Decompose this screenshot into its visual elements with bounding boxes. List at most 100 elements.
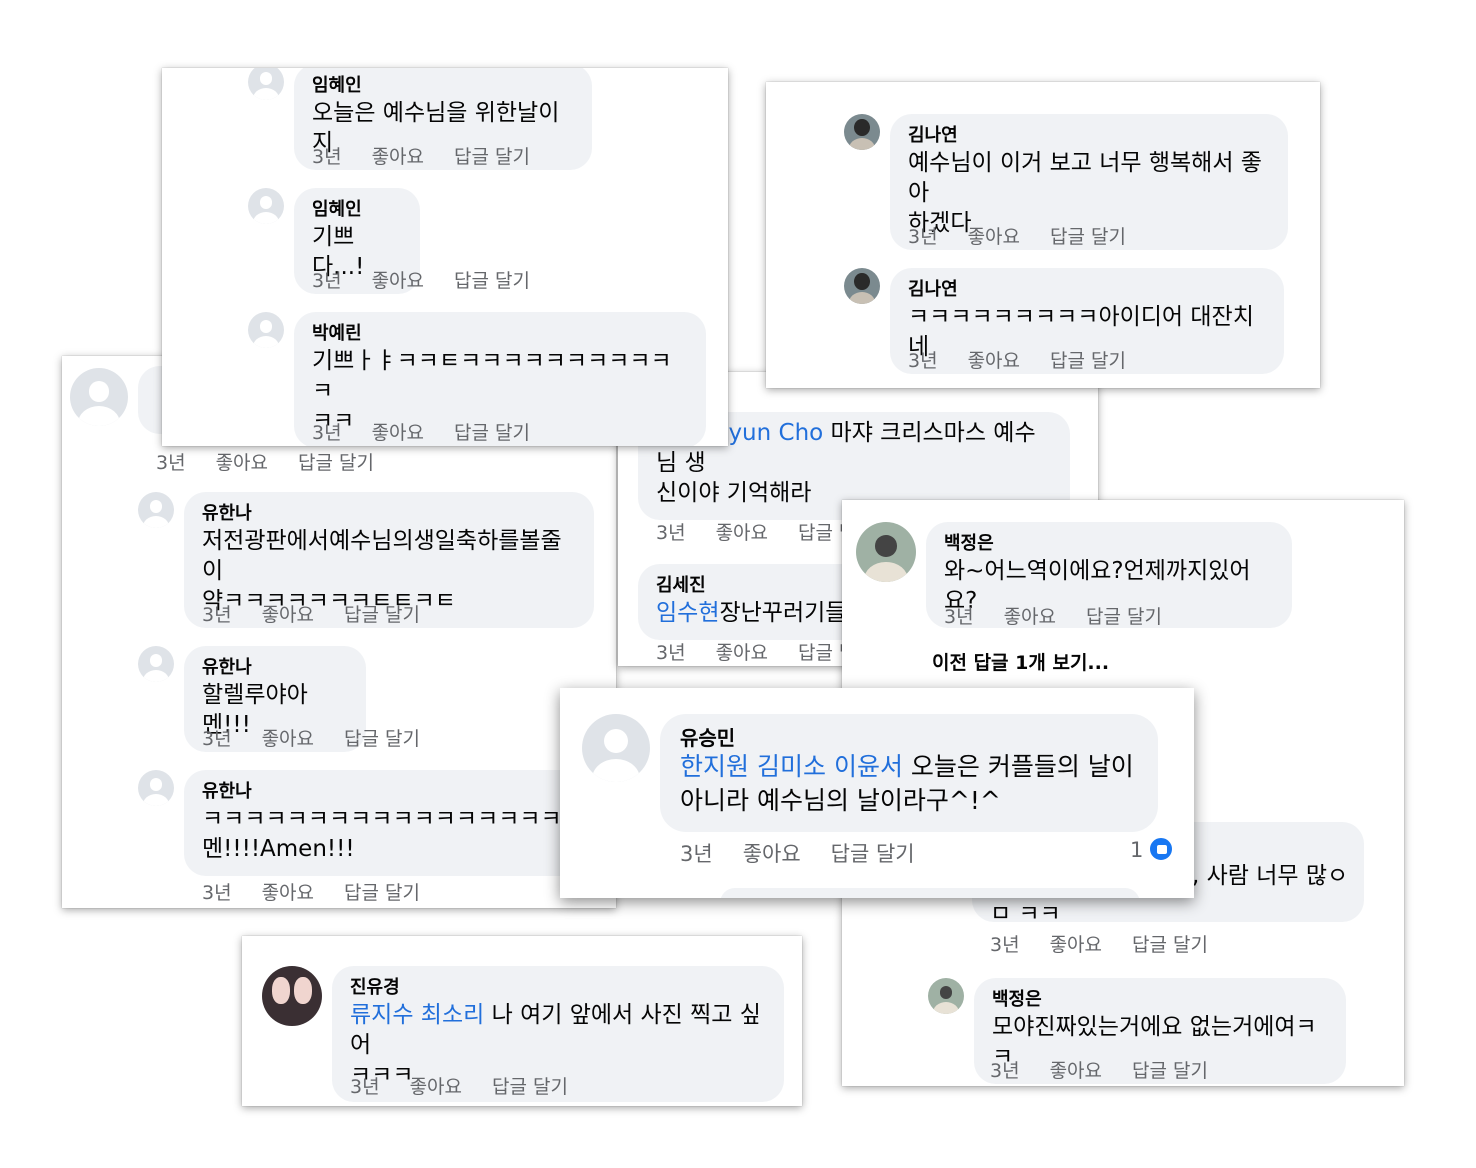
reply-link[interactable]: 답글 달기 — [1132, 934, 1208, 956]
timestamp: 3년 — [990, 1060, 1020, 1082]
comment-author[interactable]: 유승민 — [680, 726, 1138, 750]
comment-card-bottom: 진유경 류지수 최소리 나 여기 앞에서 사진 찍고 싶어 ㅋㅋㅋ 3년 좋아요 답… — [242, 936, 802, 1106]
comment-author[interactable]: 김나연 — [908, 124, 1270, 148]
like-link[interactable]: 좋아요 — [1004, 606, 1056, 628]
timestamp: 3년 — [656, 642, 686, 664]
reply-link[interactable]: 답글 달기 — [344, 882, 420, 904]
comment-bubble-partial — [720, 888, 1140, 898]
like-link[interactable]: 좋아요 — [216, 452, 268, 474]
comment-text: 장난꾸러기들 — [719, 600, 847, 626]
like-link[interactable]: 좋아요 — [410, 1076, 462, 1098]
comment-meta: 3년 좋아요 답글 달기 — [202, 600, 450, 627]
comment-author[interactable]: 유한나 — [202, 502, 576, 526]
reply-link[interactable]: 답글 달기 — [1086, 606, 1162, 628]
like-link[interactable]: 좋아요 — [1050, 934, 1102, 956]
avatar[interactable] — [844, 268, 880, 304]
comment-author[interactable]: 김세진 — [656, 574, 860, 598]
like-link[interactable]: 좋아요 — [372, 270, 424, 292]
comment-meta: 3년 좋아요 답글 달기 — [680, 838, 945, 868]
comment-card-featured: 유승민 한지원 김미소 이윤서 오늘은 커플들의 날이 아니라 예수님의 날이라… — [560, 688, 1194, 898]
avatar[interactable] — [248, 312, 284, 348]
like-link[interactable]: 좋아요 — [262, 882, 314, 904]
reply-link[interactable]: 답글 달기 — [1132, 1060, 1208, 1082]
comment-meta: 3년 좋아요 답글 달기 — [202, 878, 450, 905]
avatar[interactable] — [928, 978, 964, 1014]
avatar[interactable] — [138, 492, 174, 528]
timestamp: 3년 — [202, 882, 232, 904]
comment-text: 아니라 예수님의 날이라구^!^ — [680, 786, 1001, 815]
like-link[interactable]: 좋아요 — [262, 728, 314, 750]
like-link[interactable]: 좋아요 — [716, 642, 768, 664]
like-link[interactable]: 좋아요 — [372, 422, 424, 444]
comment-text: ㅋㅋㅋㅋㅋㅋㅋㅋㅋㅋㅋㅋㅋㅋㅋㅋㅋㅋ아 멘!!!!Amen!!! — [202, 806, 605, 862]
view-more-replies[interactable]: 이전 답글 1개 보기... — [932, 648, 1109, 675]
mention-link[interactable]: 임수현 — [656, 600, 719, 626]
comment-bubble: 유한나 ㅋㅋㅋㅋㅋㅋㅋㅋㅋㅋㅋㅋㅋㅋㅋㅋㅋㅋ아 멘!!!!Amen!!! — [184, 770, 616, 876]
timestamp: 3년 — [156, 452, 186, 474]
timestamp: 3년 — [202, 728, 232, 750]
comment-author[interactable]: 김나연 — [908, 278, 1266, 302]
reply-link[interactable]: 답글 달기 — [1050, 350, 1126, 372]
reply-link[interactable]: 답글 달기 — [454, 270, 530, 292]
like-link[interactable]: 좋아요 — [743, 842, 801, 866]
like-link[interactable]: 좋아요 — [372, 146, 424, 168]
timestamp: 3년 — [908, 226, 938, 248]
comment-author[interactable]: 백정은 — [944, 532, 1274, 556]
reply-link[interactable]: 답글 달기 — [1050, 226, 1126, 248]
mention-link[interactable]: 김미소 — [757, 752, 826, 781]
mention-link[interactable]: 이윤서 — [834, 752, 903, 781]
timestamp: 3년 — [656, 522, 686, 544]
comment-text-wrap: 임수현장난꾸러기들 — [656, 598, 860, 628]
avatar[interactable] — [582, 714, 650, 782]
comment-author[interactable]: 백정은 — [992, 988, 1328, 1012]
timestamp: 3년 — [680, 842, 713, 866]
avatar[interactable] — [856, 522, 916, 582]
comment-meta: 3년 좋아요 답글 달기 — [990, 930, 1238, 957]
like-link[interactable]: 좋아요 — [968, 226, 1020, 248]
reply-link[interactable]: 답글 달기 — [454, 422, 530, 444]
like-link[interactable]: 좋아요 — [968, 350, 1020, 372]
comment-meta: 3년 좋아요 답글 달기 — [908, 222, 1156, 249]
comment-author[interactable]: 유한나 — [202, 656, 348, 680]
reply-link[interactable]: 답글 달기 — [454, 146, 530, 168]
comment-meta: 3년 좋아요 답글 달기 — [312, 266, 560, 293]
comment-meta: 3년 좋아요 답글 달기 — [908, 346, 1156, 373]
comment-card-top-left: 임혜인 오늘은 예수님을 위한날이지 3년 좋아요 답글 달기 임혜인 기쁘다...… — [162, 68, 728, 446]
avatar[interactable] — [138, 646, 174, 682]
reaction-count[interactable]: 1 — [1130, 838, 1143, 862]
comment-text-fragment: ㅁ ㅋㅋ — [990, 901, 1061, 927]
reply-link[interactable]: 답글 달기 — [492, 1076, 568, 1098]
mention-link[interactable]: 한지원 — [680, 752, 749, 781]
like-link[interactable]: 좋아요 — [1050, 1060, 1102, 1082]
like-link[interactable]: 좋아요 — [262, 604, 314, 626]
comment-text: 오늘은 커플들의 날이 — [902, 752, 1134, 781]
avatar[interactable] — [70, 368, 128, 426]
comment-meta: 3년 좋아요 답글 달기 — [312, 142, 560, 169]
reply-link[interactable]: 답글 달기 — [831, 842, 915, 866]
reply-link[interactable]: 답글 달기 — [344, 604, 420, 626]
comment-meta: 3년 좋아요 답글 달기 — [944, 602, 1192, 629]
timestamp: 3년 — [908, 350, 938, 372]
timestamp: 3년 — [312, 270, 342, 292]
comment-author[interactable]: 임혜인 — [312, 198, 402, 222]
timestamp: 3년 — [202, 604, 232, 626]
comment-author[interactable]: 박예린 — [312, 322, 688, 346]
reply-link[interactable]: 답글 달기 — [344, 728, 420, 750]
timestamp: 3년 — [944, 606, 974, 628]
mention-link[interactable]: 류지수 — [350, 1002, 413, 1028]
comment-author[interactable]: 임혜인 — [312, 74, 574, 98]
avatar[interactable] — [262, 966, 322, 1026]
like-link[interactable]: 좋아요 — [716, 522, 768, 544]
avatar[interactable] — [844, 114, 880, 150]
comment-author[interactable]: 유한나 — [202, 780, 606, 804]
avatar[interactable] — [248, 68, 284, 100]
comment-author[interactable]: 진유경 — [350, 976, 766, 1000]
avatar[interactable] — [248, 188, 284, 224]
timestamp: 3년 — [312, 422, 342, 444]
mention-link[interactable]: 최소리 — [421, 1002, 484, 1028]
avatar[interactable] — [138, 770, 174, 806]
comment-meta: 3년 좋아요 답글 달기 — [990, 1056, 1238, 1083]
reply-link[interactable]: 답글 달기 — [298, 452, 374, 474]
timestamp: 3년 — [312, 146, 342, 168]
comment-meta: 3년 좋아요 답글 달기 — [350, 1072, 598, 1099]
